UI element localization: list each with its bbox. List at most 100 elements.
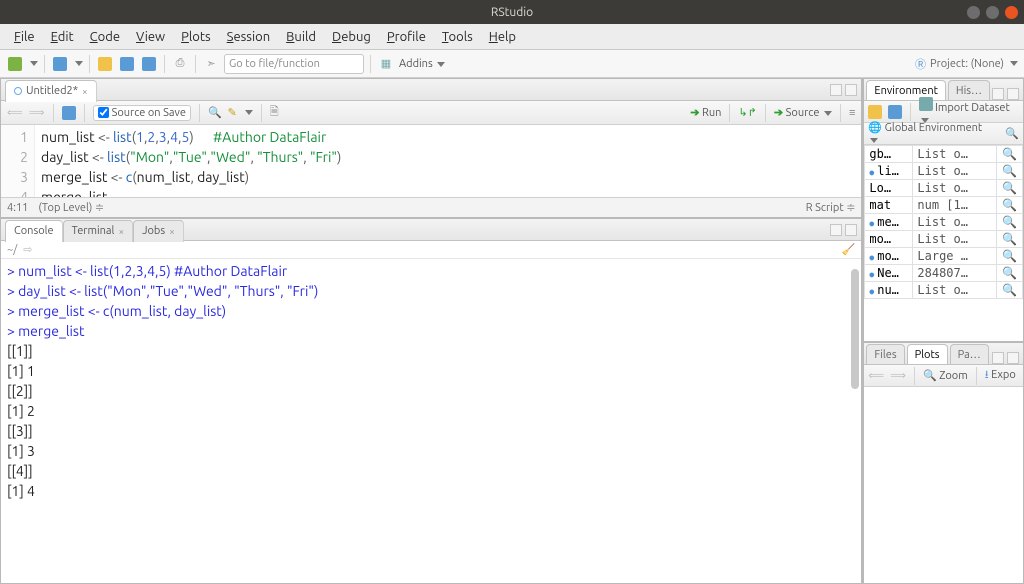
cursor-position[interactable]: 4:11 <box>7 202 28 214</box>
back-button[interactable]: ⟸ <box>7 106 23 119</box>
close-icon[interactable] <box>1005 6 1018 19</box>
plus-icon <box>8 57 22 71</box>
go-button[interactable]: ➣ <box>202 55 220 73</box>
env-row[interactable]: Ne…284807…🔍 <box>865 265 1023 282</box>
env-row[interactable]: mo…List o…🔍 <box>865 231 1023 248</box>
minimize-pane-icon[interactable] <box>830 224 842 236</box>
language-selector[interactable]: R Script ≑ <box>806 201 856 214</box>
env-search-icon[interactable]: 🔍 <box>1005 127 1019 140</box>
source-on-save-checkbox[interactable] <box>98 107 109 118</box>
source-button[interactable]: ➔ Source <box>774 106 832 119</box>
goto-file-input[interactable]: Go to file/function <box>224 54 364 74</box>
project-selector[interactable]: Ⓡ Project: (None) <box>915 56 1018 72</box>
files-pane: Files Plots Pa… ⟸ ⟹ 🔍 Zoom ⭳ Expo <box>863 342 1024 584</box>
code-editor[interactable]: 1234 num_list <- list(1,2,3,4,5) #Author… <box>1 125 861 197</box>
save-button[interactable] <box>118 55 136 73</box>
magnify-icon[interactable]: 🔍 <box>1002 250 1017 263</box>
minimize-pane-icon[interactable] <box>830 84 842 96</box>
menu-edit[interactable]: Edit <box>43 27 82 47</box>
menu-help[interactable]: Help <box>481 27 524 47</box>
addins-dropdown[interactable]: Addins <box>399 58 445 70</box>
menu-build[interactable]: Build <box>278 27 324 47</box>
report-icon[interactable]: 🗎 <box>270 103 279 122</box>
code-lines[interactable]: num_list <- list(1,2,3,4,5) #Author Data… <box>35 125 341 197</box>
grid-icon[interactable]: ▦ <box>377 55 395 73</box>
plot-back-icon[interactable]: ⟸ <box>868 369 884 382</box>
menu-profile[interactable]: Profile <box>379 27 434 47</box>
plot-forward-icon[interactable]: ⟹ <box>890 369 906 382</box>
env-row[interactable]: li…List o…🔍 <box>865 163 1023 180</box>
minimize-icon[interactable] <box>967 6 980 19</box>
dropdown-icon[interactable] <box>245 110 253 115</box>
tab-files[interactable]: Files <box>866 344 904 364</box>
rerun-button[interactable]: ↳↱ <box>738 106 756 119</box>
menu-view[interactable]: View <box>128 27 173 47</box>
tab-terminal[interactable]: Terminal × <box>63 220 133 242</box>
load-icon[interactable] <box>868 105 882 119</box>
env-row[interactable]: Lo…List o…🔍 <box>865 180 1023 197</box>
folder-icon <box>98 57 112 71</box>
find-icon[interactable]: 🔍 <box>208 106 222 119</box>
magnify-icon[interactable]: 🔍 <box>1002 199 1017 212</box>
export-button[interactable]: ⭳ Expo <box>985 366 1016 385</box>
console-pane: Console Terminal × Jobs × ~/ ⇨ 🧹 > num_l… <box>0 218 862 584</box>
minimize-pane-icon[interactable] <box>992 352 1004 364</box>
magnify-icon[interactable]: 🔍 <box>1002 182 1017 195</box>
env-row[interactable]: gb…List o…🔍 <box>865 146 1023 163</box>
console-output[interactable]: > num_list <- list(1,2,3,4,5) #Author Da… <box>1 259 861 583</box>
tab-jobs[interactable]: Jobs × <box>133 220 184 242</box>
save-icon[interactable] <box>62 106 76 120</box>
source-tabs: Untitled2* × <box>1 79 861 101</box>
new-file-button[interactable] <box>6 55 24 73</box>
outline-icon[interactable]: ≡ <box>849 107 855 119</box>
env-row[interactable]: me…List o…🔍 <box>865 214 1023 231</box>
magnify-icon[interactable]: 🔍 <box>1002 148 1017 161</box>
maximize-icon[interactable] <box>986 6 999 19</box>
scrollbar-thumb[interactable] <box>851 269 859 389</box>
menu-debug[interactable]: Debug <box>324 27 379 47</box>
run-button[interactable]: ➔ Run <box>690 106 721 119</box>
menu-plots[interactable]: Plots <box>173 27 219 47</box>
new-project-button[interactable] <box>51 55 69 73</box>
magnify-icon[interactable]: 🔍 <box>1002 267 1017 280</box>
separator <box>195 55 196 73</box>
menu-file[interactable]: File <box>6 27 43 47</box>
wand-icon[interactable]: ✎ <box>228 106 237 119</box>
maximize-pane-icon[interactable] <box>1007 352 1019 364</box>
source-on-save-toggle[interactable]: Source on Save <box>93 105 191 121</box>
save-env-icon[interactable] <box>888 105 902 119</box>
magnify-icon[interactable]: 🔍 <box>1002 216 1017 229</box>
menu-session[interactable]: Session <box>219 27 278 47</box>
tab-plots[interactable]: Plots <box>907 344 948 364</box>
print-button[interactable]: ⎙ <box>171 55 189 73</box>
env-row[interactable]: mo…Large …🔍 <box>865 248 1023 265</box>
maximize-pane-icon[interactable] <box>845 224 857 236</box>
clear-console-icon[interactable]: 🧹 <box>842 243 856 256</box>
save-all-button[interactable] <box>140 55 158 73</box>
source-tab-untitled2[interactable]: Untitled2* × <box>5 80 97 102</box>
dropdown-icon[interactable] <box>30 61 38 66</box>
close-icon[interactable]: × <box>118 226 124 237</box>
magnify-icon[interactable]: 🔍 <box>1002 233 1017 246</box>
zoom-icon: 🔍 <box>923 370 937 382</box>
forward-button[interactable]: ⟹ <box>29 106 45 119</box>
magnify-icon[interactable]: 🔍 <box>1002 284 1017 297</box>
dropdown-icon[interactable] <box>75 61 83 66</box>
menu-tools[interactable]: Tools <box>434 27 481 47</box>
scope-selector[interactable]: (Top Level) ≑ <box>38 201 104 214</box>
magnify-icon[interactable]: 🔍 <box>1002 165 1017 178</box>
maximize-pane-icon[interactable] <box>845 84 857 96</box>
close-tab-icon[interactable]: × <box>82 86 88 97</box>
env-row[interactable]: matnum [1…🔍 <box>865 197 1023 214</box>
console-arrow-icon[interactable]: ⇨ <box>23 243 32 256</box>
open-file-button[interactable] <box>96 55 114 73</box>
tab-console[interactable]: Console <box>5 220 63 242</box>
menu-code[interactable]: Code <box>82 27 128 47</box>
tab-packages[interactable]: Pa… <box>950 344 989 364</box>
scope-dropdown[interactable]: 🌐 Global Environment <box>868 121 993 146</box>
zoom-button[interactable]: 🔍 Zoom <box>923 369 968 382</box>
workspace: Untitled2* × ⟸ ⟹ Source on Save <box>0 78 1024 584</box>
cube-icon <box>53 57 67 71</box>
env-row[interactable]: nu…List o…🔍 <box>865 282 1023 299</box>
close-icon[interactable]: × <box>169 226 175 237</box>
